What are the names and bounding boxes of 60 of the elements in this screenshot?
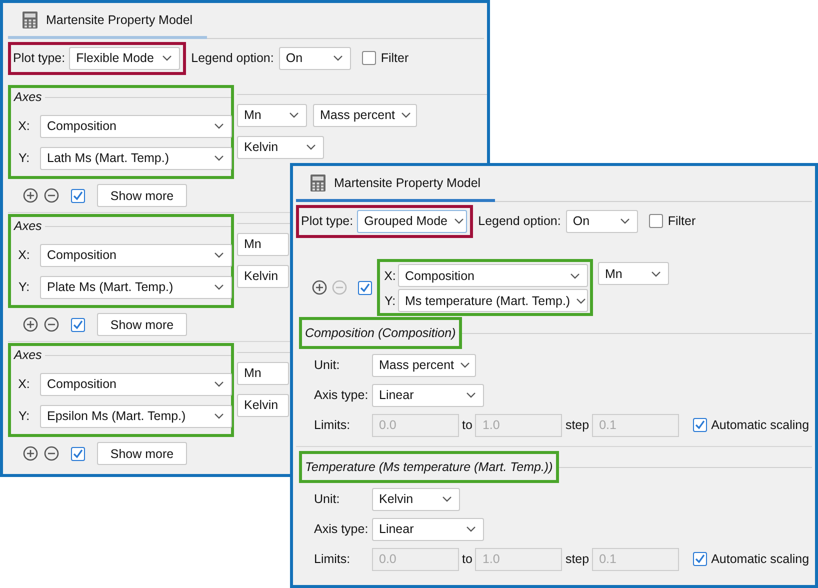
axis-label: Y: <box>17 409 31 423</box>
axis-label: X: <box>17 119 31 133</box>
group-legend: Axes <box>14 348 42 362</box>
field-label: to <box>461 552 474 566</box>
field-label: Limits: <box>314 418 352 432</box>
show-more-button[interactable]: Show more <box>97 184 187 207</box>
field-label: step <box>564 552 590 566</box>
checkbox-label: Automatic scaling <box>711 552 810 566</box>
group-legend: Axes <box>14 90 42 104</box>
window-title[interactable]: Martensite Property Model <box>334 176 481 190</box>
group-legend: Axes <box>14 219 42 233</box>
section-title: Temperature (Ms temperature (Mart. Temp.)) <box>305 460 553 474</box>
dropdown[interactable]: Linear <box>372 384 484 406</box>
show-more-button[interactable]: Show more <box>97 313 187 336</box>
dropdown[interactable]: Composition <box>40 114 232 138</box>
dropdown[interactable]: Mn <box>598 262 669 285</box>
axis-label: X: <box>17 248 31 262</box>
dropdown[interactable]: Mn <box>237 104 307 126</box>
field-label: Axis type: <box>314 522 370 536</box>
field-label: step <box>564 418 590 432</box>
section-title: Composition (Composition) <box>305 326 456 340</box>
axis-label: Y: <box>17 151 31 165</box>
show-more-button[interactable]: Show more <box>97 442 187 465</box>
dropdown[interactable]: Mass percent <box>372 354 476 376</box>
dropdown[interactable]: Kelvin <box>237 394 289 416</box>
dropdown[interactable]: Mass percent <box>313 104 417 126</box>
checkbox-label: Filter <box>380 51 409 65</box>
dropdown[interactable]: Linear <box>372 518 484 540</box>
field-label: Unit: <box>314 492 341 506</box>
field-label: Axis type: <box>314 388 370 402</box>
dropdown[interactable]: Mn <box>237 362 289 384</box>
checkbox-label: Filter <box>668 214 696 228</box>
dropdown[interactable]: Plate Ms (Mart. Temp.) <box>40 276 232 298</box>
field-label: Plot type: <box>301 214 354 228</box>
dropdown[interactable]: Mn <box>237 232 289 256</box>
dropdown[interactable]: On <box>566 210 638 232</box>
field-label: Legend option: <box>478 214 561 228</box>
axis-label: X: <box>17 377 31 391</box>
dropdown[interactable]: Flexible Mode <box>69 46 180 70</box>
dropdown[interactable]: Composition <box>40 244 232 266</box>
dropdown[interactable]: Epsilon Ms (Mart. Temp.) <box>40 404 232 428</box>
dropdown[interactable]: Kelvin <box>372 488 460 510</box>
dropdown[interactable]: Kelvin <box>237 136 324 158</box>
axis-label: Y: <box>383 294 397 308</box>
field-label: Plot type: <box>13 51 66 65</box>
window-title[interactable]: Martensite Property Model <box>46 13 193 27</box>
field-label: Unit: <box>314 358 341 372</box>
axis-label: X: <box>383 268 397 282</box>
field-label: Limits: <box>314 552 352 566</box>
dropdown[interactable]: Kelvin <box>237 264 289 288</box>
field-label: to <box>461 418 474 432</box>
dropdown[interactable]: Composition <box>40 372 232 396</box>
dropdown[interactable]: Composition <box>398 264 588 287</box>
dropdown[interactable]: Lath Ms (Mart. Temp.) <box>40 146 232 170</box>
dropdown[interactable]: Ms temperature (Mart. Temp.) <box>398 289 588 312</box>
dropdown[interactable]: Grouped Mode <box>357 210 468 232</box>
axis-label: Y: <box>17 280 31 294</box>
checkbox-label: Automatic scaling <box>711 418 810 432</box>
dropdown[interactable]: On <box>278 46 351 70</box>
field-label: Legend option: <box>191 51 274 65</box>
